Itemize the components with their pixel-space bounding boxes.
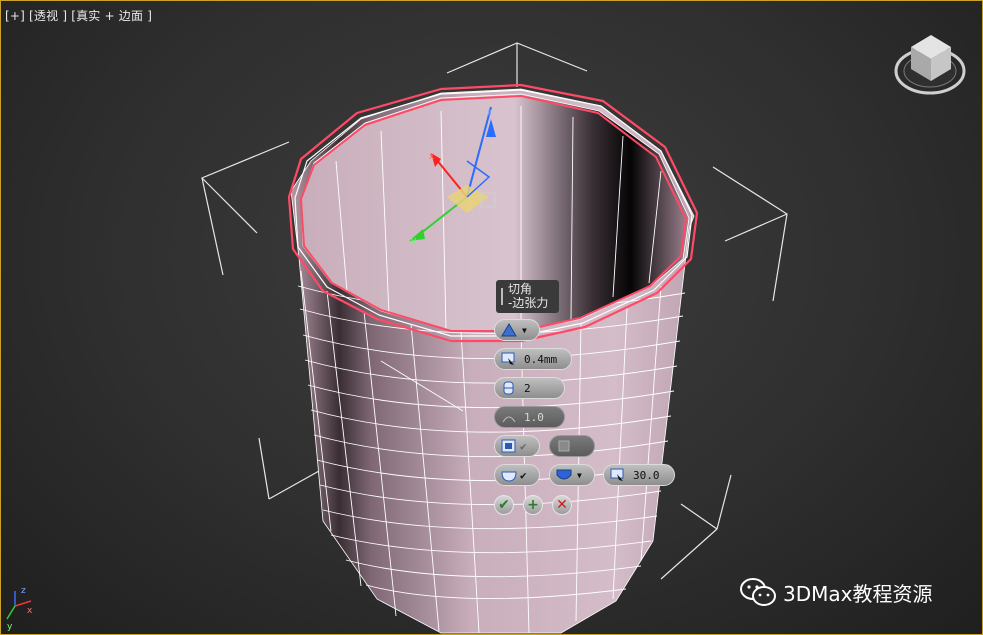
- chamfer-type-icon: [500, 322, 518, 338]
- checkmark-icon: ✔: [520, 468, 527, 482]
- world-axis-tripod: z x y: [6, 586, 33, 632]
- smooth-type-icon: [555, 467, 573, 483]
- ok-check-icon: ✔: [498, 497, 510, 513]
- segments-value[interactable]: 2: [524, 382, 531, 395]
- chamfer-amount-spinner[interactable]: 0.4mm: [494, 348, 572, 370]
- cancel-button[interactable]: ✕: [552, 495, 572, 515]
- ok-button[interactable]: ✔: [494, 495, 514, 515]
- apply-plus-icon: +: [527, 497, 539, 513]
- tooltip-bar: [501, 288, 503, 305]
- tension-spinner[interactable]: 1.0: [494, 406, 565, 428]
- watermark-text: 3DMax教程资源: [783, 581, 933, 606]
- tooltip-title: 切角: [508, 282, 533, 296]
- gizmo-z-label: z: [487, 108, 492, 118]
- perspective-viewport[interactable]: [+] [透视 ] [真实 + 边面 ] x y z z x y 切角 -边张力…: [0, 0, 983, 635]
- chevron-down-icon: ▼: [577, 470, 582, 480]
- segments-icon: [500, 380, 518, 396]
- threshold-value[interactable]: 30.0: [633, 469, 660, 482]
- amount-icon: [500, 351, 518, 367]
- tripod-z-label: z: [21, 586, 26, 596]
- gizmo-x-label: x: [429, 152, 435, 162]
- scene-canvas[interactable]: x y z z x y: [1, 1, 983, 635]
- watermark: 3DMax教程资源: [739, 577, 932, 607]
- gizmo-y-label: y: [411, 236, 417, 246]
- chamfer-type-dropdown[interactable]: ▼: [494, 319, 540, 341]
- smooth-icon: [500, 467, 518, 483]
- smooth-type-dropdown[interactable]: ▼: [549, 464, 595, 486]
- tripod-y-label: y: [7, 622, 13, 632]
- threshold-icon: [609, 467, 627, 483]
- viewcube-icon: [894, 35, 966, 95]
- cancel-x-icon: ✕: [556, 497, 568, 513]
- tooltip-subtitle: -边张力: [508, 296, 549, 310]
- amount-value[interactable]: 0.4mm: [524, 353, 557, 366]
- tension-value[interactable]: 1.0: [524, 411, 544, 424]
- smooth-toggle[interactable]: ✔: [494, 464, 540, 486]
- wechat-logo-icon: [740, 578, 776, 606]
- segments-spinner[interactable]: 2: [494, 377, 565, 399]
- open-chamfer-icon: [500, 438, 518, 454]
- apply-button[interactable]: +: [523, 495, 543, 515]
- open-chamfer-toggle[interactable]: ✔: [494, 435, 540, 457]
- invert-toggle[interactable]: [549, 435, 595, 457]
- chevron-down-icon: ▼: [522, 325, 527, 335]
- tension-icon: [500, 409, 518, 425]
- caddy-tooltip: 切角 -边张力: [496, 280, 559, 313]
- invert-icon: [555, 438, 573, 454]
- tripod-x-label: x: [27, 606, 33, 616]
- smooth-threshold-spinner[interactable]: 30.0: [603, 464, 675, 486]
- checkmark-icon: ✔: [520, 439, 527, 453]
